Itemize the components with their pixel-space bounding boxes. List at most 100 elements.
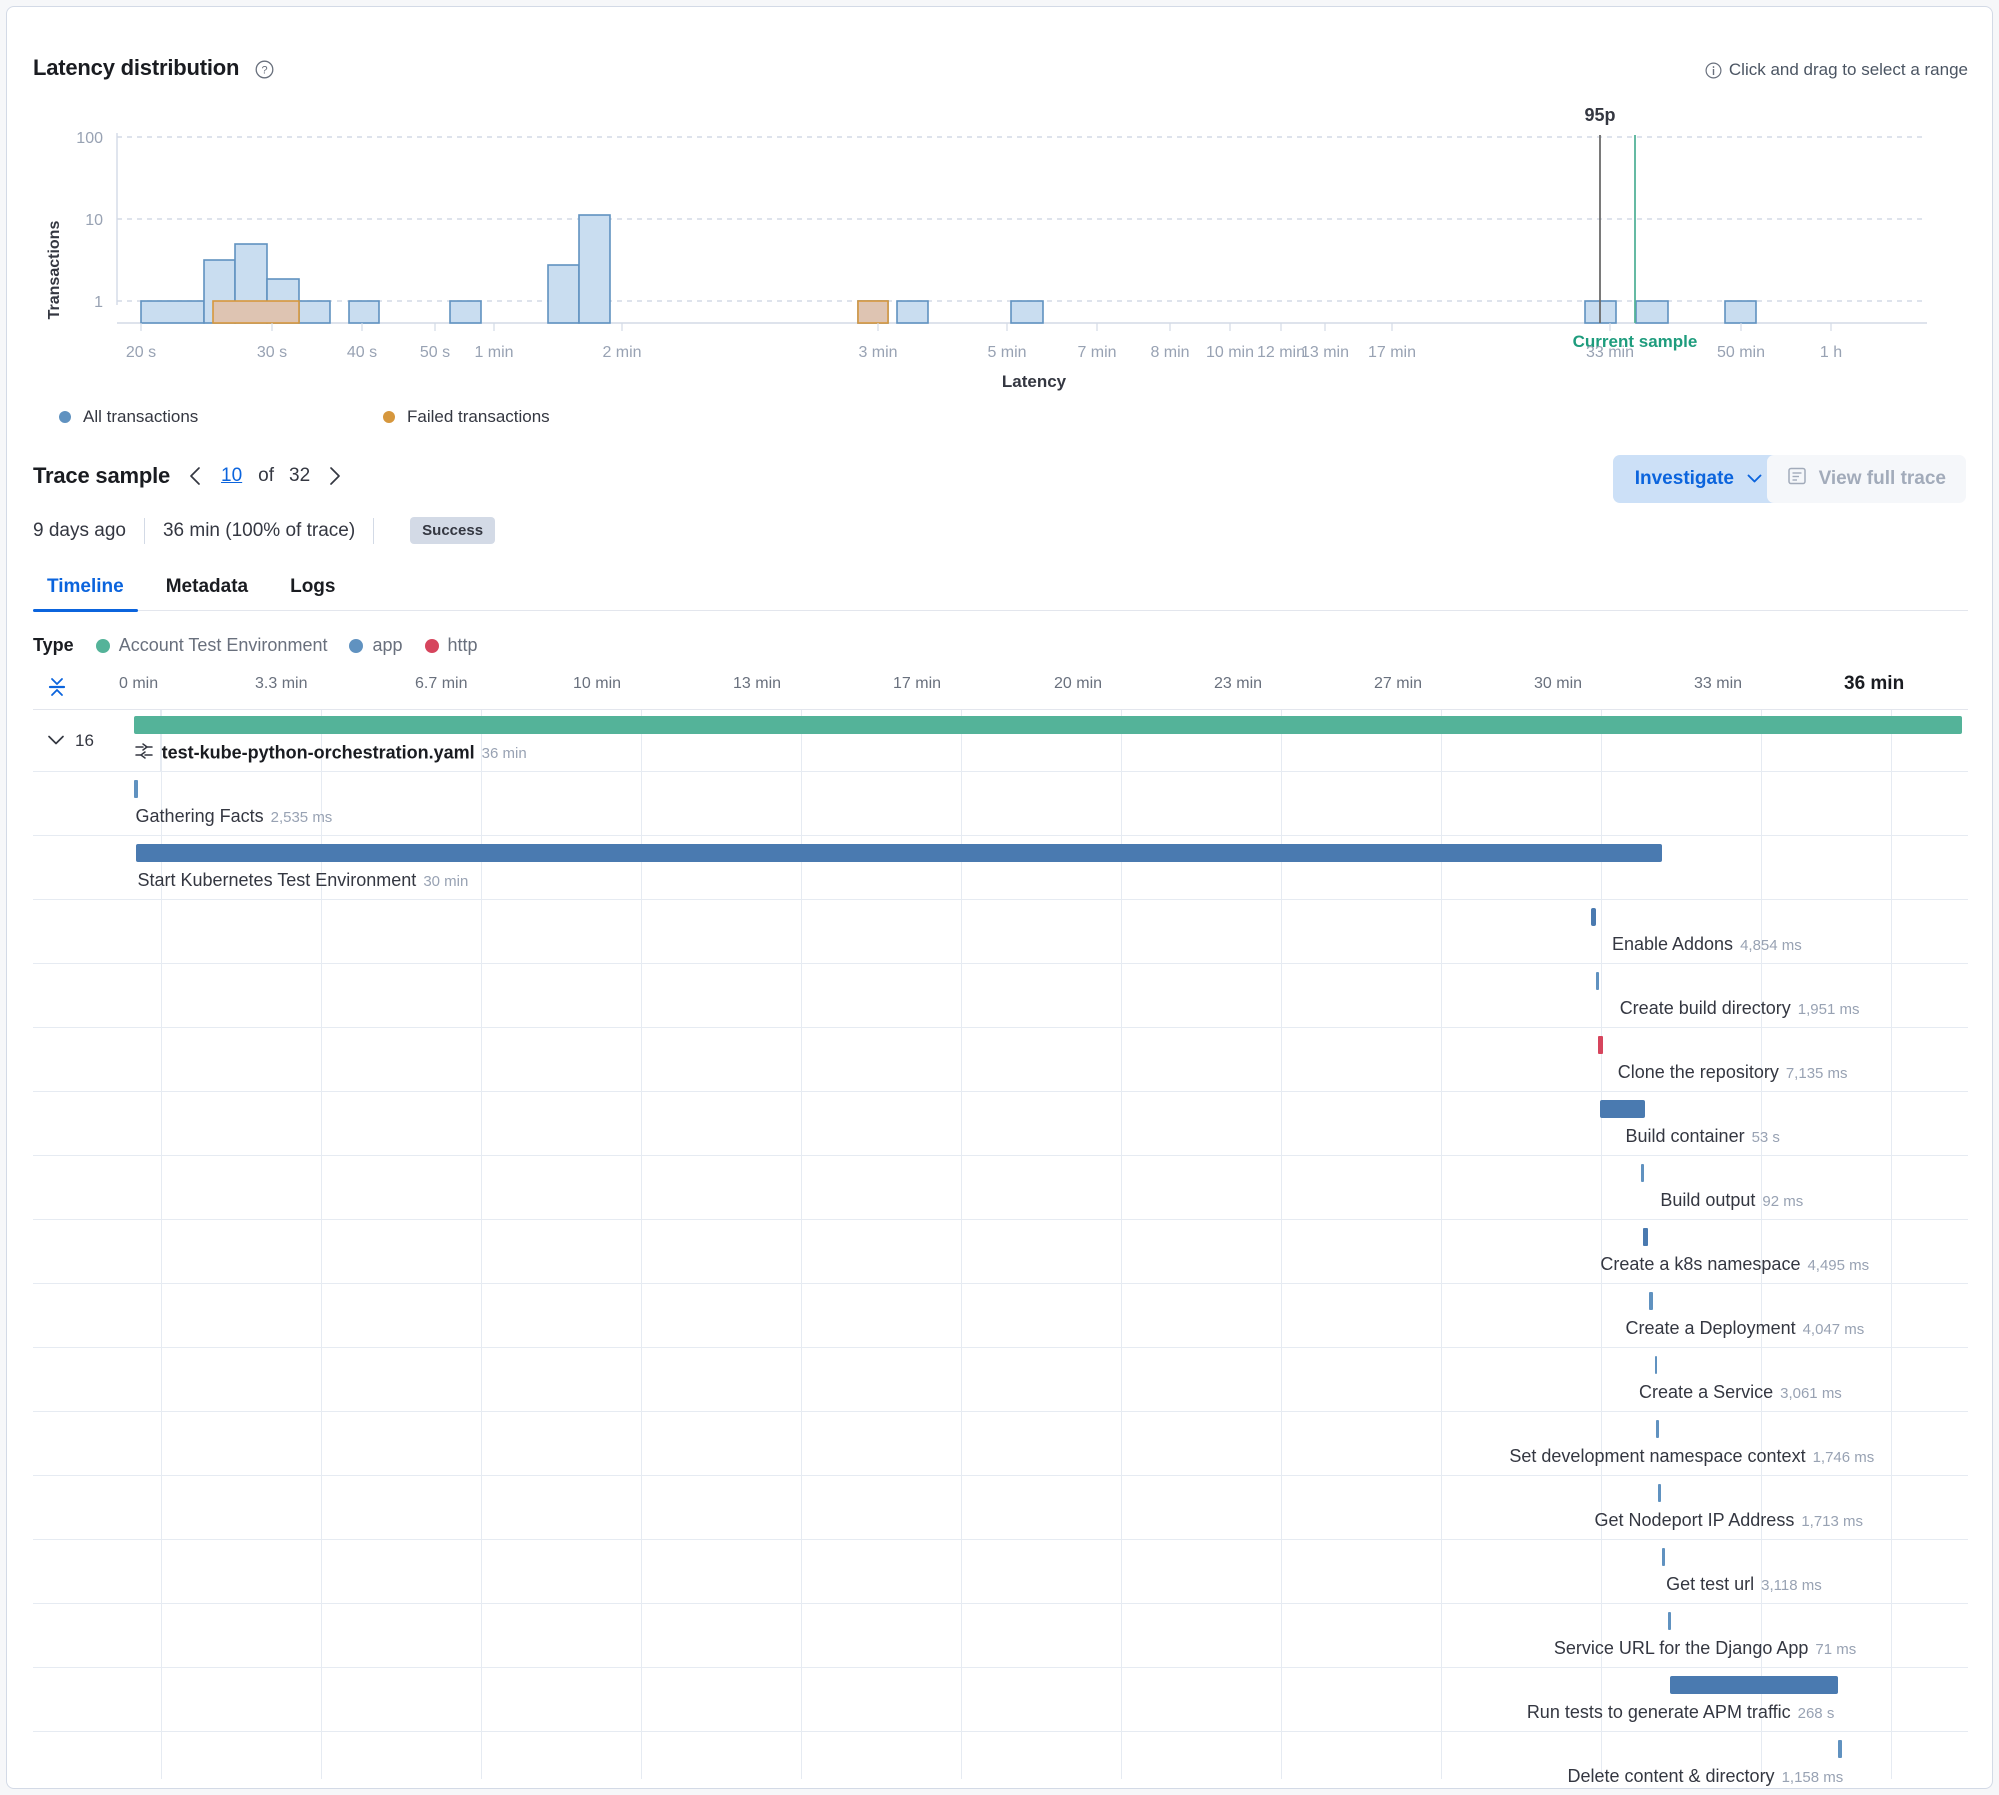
drag-hint: Click and drag to select a range [1705, 60, 1968, 80]
timeline-row-duration: 30 min [423, 873, 469, 890]
timeline-bar[interactable] [1640, 1164, 1644, 1182]
timeline-row[interactable]: Create build directory 1,951 ms [33, 964, 1968, 1028]
timeline-row-label: Gathering Facts 2,535 ms [136, 806, 333, 827]
timeline-bar[interactable] [1600, 1100, 1645, 1118]
type-legend-item-http: http [424, 635, 478, 656]
timeline-bar[interactable] [1662, 1548, 1665, 1566]
investigate-label: Investigate [1634, 468, 1734, 489]
timeline-row[interactable]: Start Kubernetes Test Environment 30 min [33, 836, 1968, 900]
timeline-tick: 3.3 min [255, 675, 308, 692]
timeline-bar[interactable] [1648, 1292, 1653, 1310]
divider [373, 517, 375, 544]
timeline-bar[interactable] [135, 844, 1663, 862]
timeline-row[interactable]: Get Nodeport IP Address 1,713 ms [33, 1476, 1968, 1540]
chevron-down-icon [47, 731, 65, 751]
legend-label: Failed transactions [407, 407, 550, 426]
timeline-row-label: Delete content & directory 1,158 ms [1567, 1766, 1843, 1787]
timeline-tick: 6.7 min [415, 675, 468, 692]
timeline-bar[interactable] [1642, 1228, 1648, 1246]
timeline-bar[interactable] [1596, 972, 1600, 990]
timeline-row[interactable]: Clone the repository 7,135 ms [33, 1028, 1968, 1092]
timeline-tick: 13 min [733, 675, 782, 692]
timeline-row[interactable]: Build container 53 s [33, 1092, 1968, 1156]
type-legend-label: Type [33, 635, 74, 655]
timeline-row-duration: 92 ms [1762, 1193, 1804, 1210]
timeline-bar[interactable] [1670, 1676, 1839, 1694]
timeline-row-name: Gathering Facts [135, 806, 264, 826]
svg-text:33 min: 33 min [1586, 344, 1634, 361]
timeline-row[interactable]: Run tests to generate APM traffic 268 s [33, 1668, 1968, 1732]
tab-metadata[interactable]: Metadata [152, 563, 262, 611]
tab-logs[interactable]: Logs [276, 563, 349, 611]
timeline-row-duration: 268 s [1797, 1705, 1835, 1722]
next-sample-button[interactable] [318, 459, 352, 493]
timeline-bar[interactable] [133, 716, 1963, 734]
type-dot-icon [349, 638, 364, 653]
timeline-row[interactable]: Get test url 3,118 ms [33, 1540, 1968, 1604]
latency-histogram-chart[interactable]: 100 10 1 Transactions 95p Current sample… [7, 95, 1993, 395]
svg-text:50 s: 50 s [420, 344, 450, 361]
accordion-count: 16 [75, 730, 94, 750]
tab-label: Timeline [47, 576, 124, 597]
of-label: of [258, 465, 275, 486]
current-sample-index[interactable]: 10 [221, 465, 242, 487]
timeline-row[interactable]: Enable Addons 4,854 ms [33, 900, 1968, 964]
svg-text:12 min: 12 min [1257, 344, 1305, 361]
timeline-row-label: Enable Addons 4,854 ms [1612, 934, 1802, 955]
timeline-row-duration: 53 s [1751, 1129, 1780, 1146]
type-legend-item-label: http [447, 635, 478, 655]
timeline-tick: 10 min [573, 675, 622, 692]
collapse-rows-icon[interactable] [45, 675, 69, 699]
timeline-bar[interactable] [1668, 1612, 1671, 1630]
svg-text:1: 1 [94, 294, 103, 311]
timeline-bar[interactable] [1658, 1484, 1662, 1502]
timeline-bar[interactable] [1656, 1420, 1660, 1438]
timeline-bar[interactable] [1838, 1740, 1843, 1758]
prev-sample-button[interactable] [178, 459, 212, 493]
drag-hint-label: Click and drag to select a range [1728, 60, 1968, 79]
timeline-row-label: Service URL for the Django App 71 ms [1554, 1638, 1856, 1659]
timeline-row-name: Create a Service [1639, 1382, 1774, 1402]
timeline-row-name: Set development namespace context [1509, 1446, 1806, 1466]
timeline-bar[interactable] [133, 780, 139, 798]
timeline-row[interactable]: Delete content & directory 1,158 ms [33, 1732, 1968, 1788]
svg-text:30 s: 30 s [257, 344, 287, 361]
histogram-svg[interactable]: 100 10 1 Transactions 95p Current sample… [7, 95, 1993, 395]
timeline-row-duration: 4,495 ms [1807, 1257, 1870, 1274]
timeline-row-name: Enable Addons [1611, 934, 1734, 954]
timeline-row[interactable]: Service URL for the Django App 71 ms [33, 1604, 1968, 1668]
svg-text:17 min: 17 min [1368, 344, 1416, 361]
document-icon [1787, 466, 1807, 492]
legend-item-failed-transactions[interactable]: Failed transactions [383, 407, 550, 427]
trace-sample-meta: 9 days ago 36 min (100% of trace) Succes… [33, 517, 496, 544]
timeline-row[interactable]: Create a k8s namespace 4,495 ms [33, 1220, 1968, 1284]
timeline-bar[interactable] [1590, 908, 1597, 926]
chart-legend: All transactions Failed transactions [59, 407, 550, 427]
total-samples: 32 [289, 465, 311, 486]
legend-dot-icon [383, 411, 395, 423]
timeline-axis: 0 min 3.3 min 6.7 min 10 min 13 min 17 m… [33, 665, 1968, 709]
timeline-row[interactable]: Build output 92 ms [33, 1156, 1968, 1220]
timeline-row[interactable]: Create a Service 3,061 ms [33, 1348, 1968, 1412]
timeline-bar[interactable] [1654, 1356, 1658, 1374]
timeline-row[interactable]: 16 test-kube-python-orchestration.yaml 36 … [33, 710, 1968, 772]
investigate-button[interactable]: Investigate [1612, 455, 1784, 503]
tab-timeline[interactable]: Timeline [33, 563, 138, 612]
timeline-row[interactable]: Gathering Facts 2,535 ms [33, 772, 1968, 836]
help-circle-icon[interactable]: ? [255, 60, 274, 79]
timeline-tick: 0 min [119, 675, 159, 692]
timeline-row-duration: 71 ms [1815, 1641, 1857, 1658]
timeline-row[interactable]: Create a Deployment 4,047 ms [33, 1284, 1968, 1348]
timeline-row-name: Start Kubernetes Test Environment [137, 870, 417, 890]
timeline-row-name: Build container [1625, 1126, 1745, 1146]
svg-text:50 min: 50 min [1717, 344, 1765, 361]
timeline-bar[interactable] [1598, 1036, 1604, 1054]
type-legend-item-app: app [349, 635, 403, 656]
timeline-row[interactable]: Set development namespace context 1,746 m… [33, 1412, 1968, 1476]
timeline-row-name: Clone the repository [1617, 1062, 1779, 1082]
legend-item-all-transactions[interactable]: All transactions [59, 407, 383, 427]
view-full-trace-button[interactable]: View full trace [1766, 455, 1966, 503]
latency-trace-panel: Latency distribution ? Click and drag to… [6, 6, 1993, 1789]
legend-label: All transactions [83, 407, 199, 426]
timeline-row-duration: 7,135 ms [1785, 1065, 1848, 1082]
